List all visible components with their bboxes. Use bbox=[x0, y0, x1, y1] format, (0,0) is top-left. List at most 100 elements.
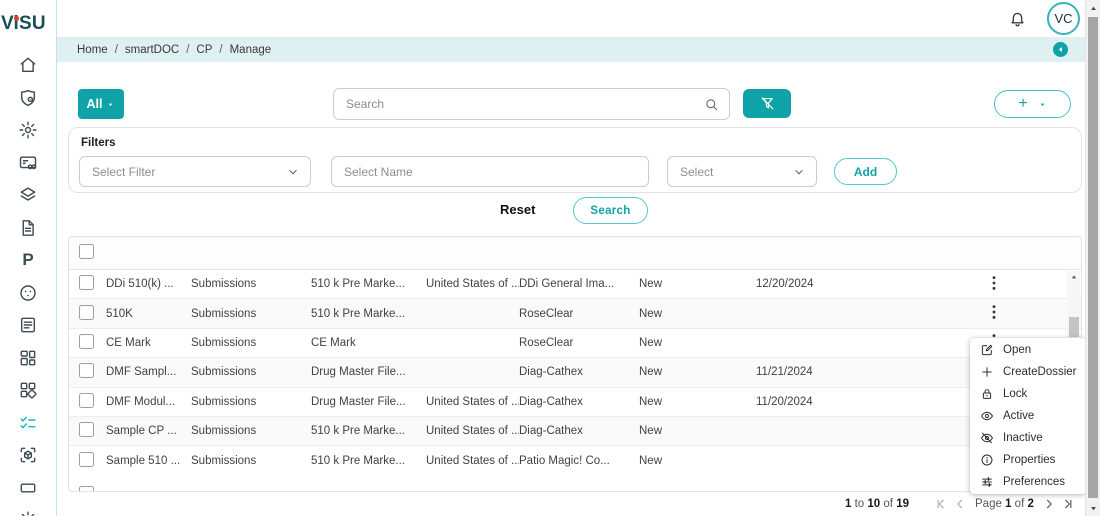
cell-country: United States of ... bbox=[426, 396, 519, 408]
apply-search-button[interactable]: Search bbox=[573, 197, 648, 224]
scroll-up-icon[interactable] bbox=[1070, 273, 1078, 281]
cell-plan-name: DMF Modul... bbox=[106, 396, 191, 408]
sidebar-item[interactable] bbox=[0, 147, 56, 180]
notifications-button[interactable] bbox=[1008, 9, 1027, 30]
checklist-icon bbox=[18, 413, 38, 433]
add-filter-button[interactable]: Add bbox=[834, 158, 897, 185]
prev-page-button[interactable] bbox=[951, 495, 969, 513]
cell-product: RoseClear bbox=[519, 337, 639, 349]
kebab-icon bbox=[984, 273, 1004, 293]
sidebar-item[interactable] bbox=[0, 114, 56, 147]
reset-button[interactable]: Reset bbox=[500, 202, 535, 217]
table-row[interactable]: CE Mark Submissions CE Mark RoseClear Ne… bbox=[69, 329, 1081, 358]
scope-dropdown-button[interactable]: All bbox=[78, 89, 124, 119]
table-row[interactable]: Sample 510 ... Submissions 510 k Pre Mar… bbox=[69, 446, 1081, 475]
sidebar-item[interactable] bbox=[0, 374, 56, 407]
cell-due-date: 12/20/2024 bbox=[756, 278, 863, 290]
filter-name-input[interactable] bbox=[344, 165, 638, 179]
sidebar-item[interactable] bbox=[0, 179, 56, 212]
context-menu-item[interactable]: Lock bbox=[970, 383, 1086, 405]
cell-product: Diag-Cathex bbox=[519, 396, 639, 408]
table-scrollbar-thumb[interactable] bbox=[1069, 317, 1079, 337]
user-avatar[interactable]: VC bbox=[1047, 2, 1080, 35]
card-link-icon bbox=[18, 153, 38, 173]
cell-plan-name: CE Mark bbox=[106, 337, 191, 349]
scroll-up-icon[interactable] bbox=[1089, 4, 1098, 13]
row-checkbox[interactable] bbox=[79, 486, 94, 491]
sidebar-item[interactable] bbox=[0, 49, 56, 82]
first-page-button[interactable] bbox=[933, 495, 951, 513]
table-row[interactable]: Sample CP ... Submissions 510 k Pre Mark… bbox=[69, 417, 1081, 446]
clear-filter-button[interactable] bbox=[743, 89, 791, 118]
sidebar-item[interactable] bbox=[0, 212, 56, 245]
row-checkbox[interactable] bbox=[79, 363, 94, 378]
row-checkbox[interactable] bbox=[79, 452, 94, 467]
row-actions-button[interactable] bbox=[984, 273, 1004, 293]
row-actions-button[interactable] bbox=[984, 302, 1004, 322]
context-menu-label: Properties bbox=[1003, 454, 1055, 466]
home-icon bbox=[18, 55, 38, 75]
table-row[interactable]: DMF Modul... Submissions Drug Master Fil… bbox=[69, 388, 1081, 417]
brand-logo[interactable]: ViSU bbox=[1, 13, 46, 35]
breadcrumb-link[interactable]: Manage bbox=[230, 44, 272, 56]
scroll-down-icon[interactable] bbox=[1089, 504, 1098, 513]
last-page-button[interactable] bbox=[1058, 495, 1076, 513]
add-dropdown-button[interactable]: + bbox=[994, 90, 1071, 118]
gear-partial-icon bbox=[18, 510, 38, 516]
sidebar-item[interactable] bbox=[0, 407, 56, 440]
filter-name-box bbox=[331, 156, 649, 187]
sidebar-item[interactable] bbox=[0, 277, 56, 310]
breadcrumb-link[interactable]: smartDOC bbox=[125, 44, 179, 56]
letter-p-icon: P bbox=[18, 250, 38, 270]
cell-application-type: 510 k Pre Marke... bbox=[311, 278, 426, 290]
select-all-checkbox[interactable] bbox=[79, 244, 94, 259]
window-scrollbar[interactable] bbox=[1085, 0, 1100, 516]
cell-status: New bbox=[639, 396, 756, 408]
breadcrumb-link[interactable]: CP bbox=[196, 44, 212, 56]
settings-gear-icon bbox=[18, 120, 38, 140]
chevron-right-icon bbox=[1041, 496, 1057, 512]
row-checkbox[interactable] bbox=[79, 275, 94, 290]
context-menu-item[interactable]: Open bbox=[970, 339, 1086, 361]
next-page-button[interactable] bbox=[1040, 495, 1058, 513]
sidebar-item[interactable] bbox=[0, 504, 56, 516]
table-row[interactable]: DDi 510(k) ... Submissions 510 k Pre Mar… bbox=[69, 270, 1081, 299]
context-menu-item[interactable]: CreateDossier bbox=[970, 361, 1086, 383]
sidebar-item[interactable] bbox=[0, 439, 56, 472]
cell-status: New bbox=[639, 278, 756, 290]
sidebar-nav: P bbox=[0, 49, 56, 516]
filter-value-select[interactable]: Select bbox=[667, 156, 817, 187]
shield-user-icon bbox=[18, 88, 38, 108]
cell-category: Submissions bbox=[191, 366, 311, 378]
row-checkbox[interactable] bbox=[79, 305, 94, 320]
breadcrumb-link[interactable]: Home bbox=[77, 44, 108, 56]
collapse-panel-button[interactable] bbox=[1053, 42, 1068, 57]
table-body: DDi 510(k) ... Submissions 510 k Pre Mar… bbox=[69, 270, 1081, 476]
search-input[interactable] bbox=[346, 97, 704, 111]
row-checkbox[interactable] bbox=[79, 334, 94, 349]
cell-application-type: Drug Master File... bbox=[311, 366, 426, 378]
cell-status: New bbox=[639, 455, 756, 467]
sidebar-item[interactable] bbox=[0, 82, 56, 115]
cell-product: Patio Magic! Co... bbox=[519, 455, 639, 467]
cell-country: United States of ... bbox=[426, 278, 519, 290]
context-menu-item[interactable]: Inactive bbox=[970, 427, 1086, 449]
search-box bbox=[333, 88, 730, 120]
sidebar-item[interactable] bbox=[0, 309, 56, 342]
avatar-initials: VC bbox=[1054, 11, 1072, 26]
arrow-left-icon bbox=[1055, 44, 1066, 55]
sidebar-item[interactable] bbox=[0, 342, 56, 375]
table-row[interactable]: 510K Submissions 510 k Pre Marke... Rose… bbox=[69, 299, 1081, 328]
sidebar-item[interactable]: P bbox=[0, 244, 56, 277]
sidebar-item[interactable] bbox=[0, 472, 56, 505]
row-checkbox[interactable] bbox=[79, 393, 94, 408]
window-scrollbar-thumb[interactable] bbox=[1088, 17, 1098, 498]
search-icon[interactable] bbox=[704, 97, 719, 112]
context-menu-item[interactable]: Properties bbox=[970, 449, 1086, 471]
context-menu-item[interactable]: Preferences bbox=[970, 471, 1086, 493]
filter-type-select[interactable]: Select Filter bbox=[79, 156, 311, 187]
rectangle-icon bbox=[18, 478, 38, 498]
context-menu-item[interactable]: Active bbox=[970, 405, 1086, 427]
table-row[interactable]: DMF Sampl... Submissions Drug Master Fil… bbox=[69, 358, 1081, 387]
row-checkbox[interactable] bbox=[79, 422, 94, 437]
